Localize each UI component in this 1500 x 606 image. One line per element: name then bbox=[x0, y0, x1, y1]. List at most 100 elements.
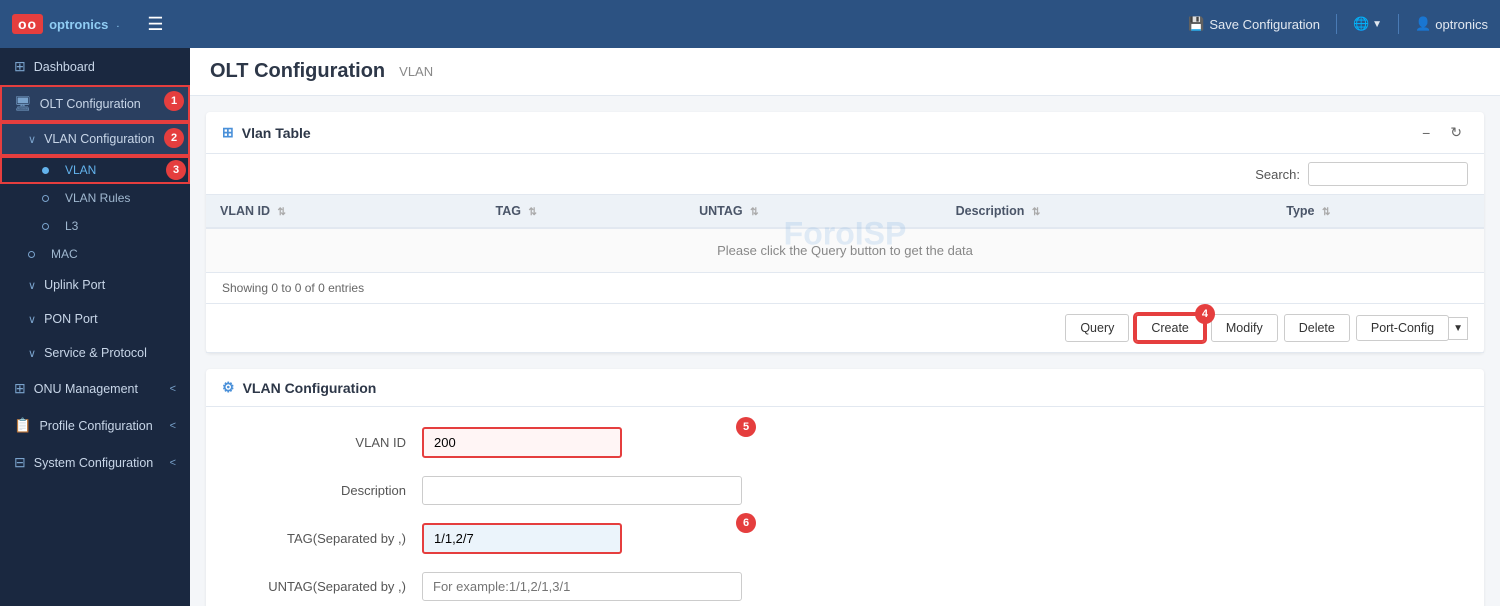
badge-1: 1 bbox=[164, 91, 184, 111]
form-header-icon: ⚙ bbox=[222, 379, 235, 396]
tag-input[interactable] bbox=[422, 523, 622, 554]
sort-description[interactable]: ⇅ bbox=[1032, 207, 1040, 218]
profile-arrow: < bbox=[170, 420, 176, 432]
hamburger-button[interactable]: ☰ bbox=[139, 10, 171, 39]
sidebar-item-mac-label: MAC bbox=[51, 247, 78, 261]
badge-3: 3 bbox=[166, 160, 186, 180]
main-content: OLT Configuration VLAN ⊞ Vlan Table − ↻ … bbox=[190, 48, 1500, 606]
search-input[interactable] bbox=[1308, 162, 1468, 186]
refresh-button[interactable]: ↻ bbox=[1444, 122, 1468, 143]
col-untag-label: UNTAG bbox=[699, 204, 743, 218]
sidebar-item-olt-configuration[interactable]: 🖥 OLT Configuration < 1 bbox=[0, 85, 190, 122]
delete-button[interactable]: Delete bbox=[1284, 314, 1350, 342]
vlan-table-card: ⊞ Vlan Table − ↻ Search: ForoISP bbox=[206, 112, 1484, 353]
sidebar-item-uplink-label: Uplink Port bbox=[44, 278, 105, 292]
sidebar-item-olt-config-label: OLT Configuration bbox=[40, 97, 141, 111]
table-header-row: VLAN ID ⇅ TAG ⇅ UNTAG ⇅ bbox=[206, 195, 1484, 228]
form-body: VLAN ID 5 Description TAG(Separated by ,… bbox=[206, 407, 1484, 606]
page-header: OLT Configuration VLAN bbox=[190, 48, 1500, 96]
port-config-button[interactable]: Port-Config bbox=[1356, 315, 1449, 341]
sidebar-item-onu-label: ONU Management bbox=[34, 382, 138, 396]
sort-untag[interactable]: ⇅ bbox=[750, 207, 758, 218]
table-wrapper: ForoISP VLAN ID ⇅ TAG ⇅ bbox=[206, 195, 1484, 273]
col-vlan-id: VLAN ID ⇅ bbox=[206, 195, 482, 228]
untag-label: UNTAG(Separated by ,) bbox=[246, 579, 406, 594]
navbar-right: 💾 Save Configuration 🌐 ▼ 👤 optronics bbox=[1188, 14, 1488, 34]
description-input[interactable] bbox=[422, 476, 742, 505]
form-row-description: Description bbox=[246, 476, 1444, 505]
sidebar-item-service-label: Service & Protocol bbox=[44, 346, 147, 360]
sidebar-item-mac[interactable]: MAC bbox=[0, 240, 190, 268]
sidebar-item-system-config[interactable]: ⊟ System Configuration < bbox=[0, 444, 190, 481]
sidebar-item-uplink-port[interactable]: ∨ Uplink Port bbox=[0, 268, 190, 302]
query-button[interactable]: Query bbox=[1065, 314, 1129, 342]
table-body: Please click the Query button to get the… bbox=[206, 228, 1484, 273]
layout: ⊞ Dashboard 🖥 OLT Configuration < 1 ∨ VL… bbox=[0, 48, 1500, 606]
sort-type[interactable]: ⇅ bbox=[1322, 207, 1330, 218]
system-icon: ⊟ bbox=[14, 454, 26, 471]
table-head: VLAN ID ⇅ TAG ⇅ UNTAG ⇅ bbox=[206, 195, 1484, 228]
user-label: optronics bbox=[1435, 17, 1488, 32]
table-footer: Showing 0 to 0 of 0 entries bbox=[206, 273, 1484, 304]
lang-arrow: ▼ bbox=[1372, 19, 1382, 30]
uplink-icon: ∨ bbox=[28, 279, 36, 292]
form-row-vlan-id: VLAN ID 5 bbox=[246, 427, 1444, 458]
sidebar-item-service-protocol[interactable]: ∨ Service & Protocol bbox=[0, 336, 190, 370]
system-arrow: < bbox=[170, 457, 176, 469]
nav-divider-1 bbox=[1336, 14, 1337, 34]
vlan-rules-dot bbox=[42, 195, 49, 202]
l3-dot bbox=[42, 223, 49, 230]
user-menu-button[interactable]: 👤 optronics bbox=[1415, 16, 1488, 32]
create-button[interactable]: Create bbox=[1135, 314, 1205, 342]
brand-logo: oo bbox=[12, 14, 43, 34]
navbar: oo optronics . ☰ 💾 Save Configuration 🌐 … bbox=[0, 0, 1500, 48]
sidebar: ⊞ Dashboard 🖥 OLT Configuration < 1 ∨ VL… bbox=[0, 48, 190, 606]
vlan-config-icon: ∨ bbox=[28, 133, 36, 146]
sort-vlan-id[interactable]: ⇅ bbox=[277, 207, 285, 218]
mac-dot bbox=[28, 251, 35, 258]
sidebar-item-vlan-rules[interactable]: VLAN Rules bbox=[0, 184, 190, 212]
badge-2: 2 bbox=[164, 128, 184, 148]
save-configuration-button[interactable]: 💾 Save Configuration bbox=[1188, 16, 1320, 32]
vlan-id-label: VLAN ID bbox=[246, 435, 406, 450]
modify-button[interactable]: Modify bbox=[1211, 314, 1278, 342]
untag-input[interactable] bbox=[422, 572, 742, 601]
sidebar-item-vlan-config-label: VLAN Configuration bbox=[44, 132, 154, 146]
brand-name: optronics bbox=[49, 17, 108, 32]
sidebar-item-l3[interactable]: L3 bbox=[0, 212, 190, 240]
col-untag: UNTAG ⇅ bbox=[685, 195, 942, 228]
sidebar-item-vlan[interactable]: VLAN 3 bbox=[0, 156, 190, 184]
sidebar-item-profile-label: Profile Configuration bbox=[39, 419, 152, 433]
col-tag-label: TAG bbox=[496, 204, 521, 218]
port-config-wrapper: Port-Config ▼ bbox=[1356, 314, 1468, 342]
user-icon: 👤 bbox=[1415, 16, 1431, 32]
col-tag: TAG ⇅ bbox=[482, 195, 686, 228]
monitor-icon: 🖥 bbox=[14, 95, 32, 112]
brand-suffix: . bbox=[116, 18, 119, 30]
onu-arrow: < bbox=[170, 383, 176, 395]
port-config-dropdown-arrow[interactable]: ▼ bbox=[1448, 317, 1468, 340]
onu-icon: ⊞ bbox=[14, 380, 26, 397]
sidebar-item-profile-config[interactable]: 📋 Profile Configuration < bbox=[0, 407, 190, 444]
sidebar-item-vlan-configuration[interactable]: ∨ VLAN Configuration 2 bbox=[0, 122, 190, 156]
sidebar-item-onu-management[interactable]: ⊞ ONU Management < bbox=[0, 370, 190, 407]
tag-label: TAG(Separated by ,) bbox=[246, 531, 406, 546]
service-icon: ∨ bbox=[28, 347, 36, 360]
showing-text: Showing 0 to 0 of 0 entries bbox=[222, 281, 364, 295]
create-button-wrapper: Create 4 bbox=[1135, 314, 1205, 342]
vlan-id-input[interactable] bbox=[422, 427, 622, 458]
tag-field-wrapper: 6 bbox=[422, 523, 742, 554]
save-config-label: Save Configuration bbox=[1209, 17, 1320, 32]
col-description: Description ⇅ bbox=[942, 195, 1273, 228]
badge-4: 4 bbox=[1195, 304, 1215, 324]
page-title: OLT Configuration bbox=[210, 60, 385, 83]
language-button[interactable]: 🌐 ▼ bbox=[1353, 16, 1382, 32]
sidebar-item-dashboard[interactable]: ⊞ Dashboard bbox=[0, 48, 190, 85]
sidebar-item-pon-port[interactable]: ∨ PON Port bbox=[0, 302, 190, 336]
table-empty-message: Please click the Query button to get the… bbox=[206, 228, 1484, 273]
sidebar-item-l3-label: L3 bbox=[65, 219, 78, 233]
col-vlan-id-label: VLAN ID bbox=[220, 204, 270, 218]
sidebar-item-vlan-label: VLAN bbox=[65, 163, 96, 177]
minimize-button[interactable]: − bbox=[1416, 123, 1436, 143]
sort-tag[interactable]: ⇅ bbox=[529, 207, 537, 218]
